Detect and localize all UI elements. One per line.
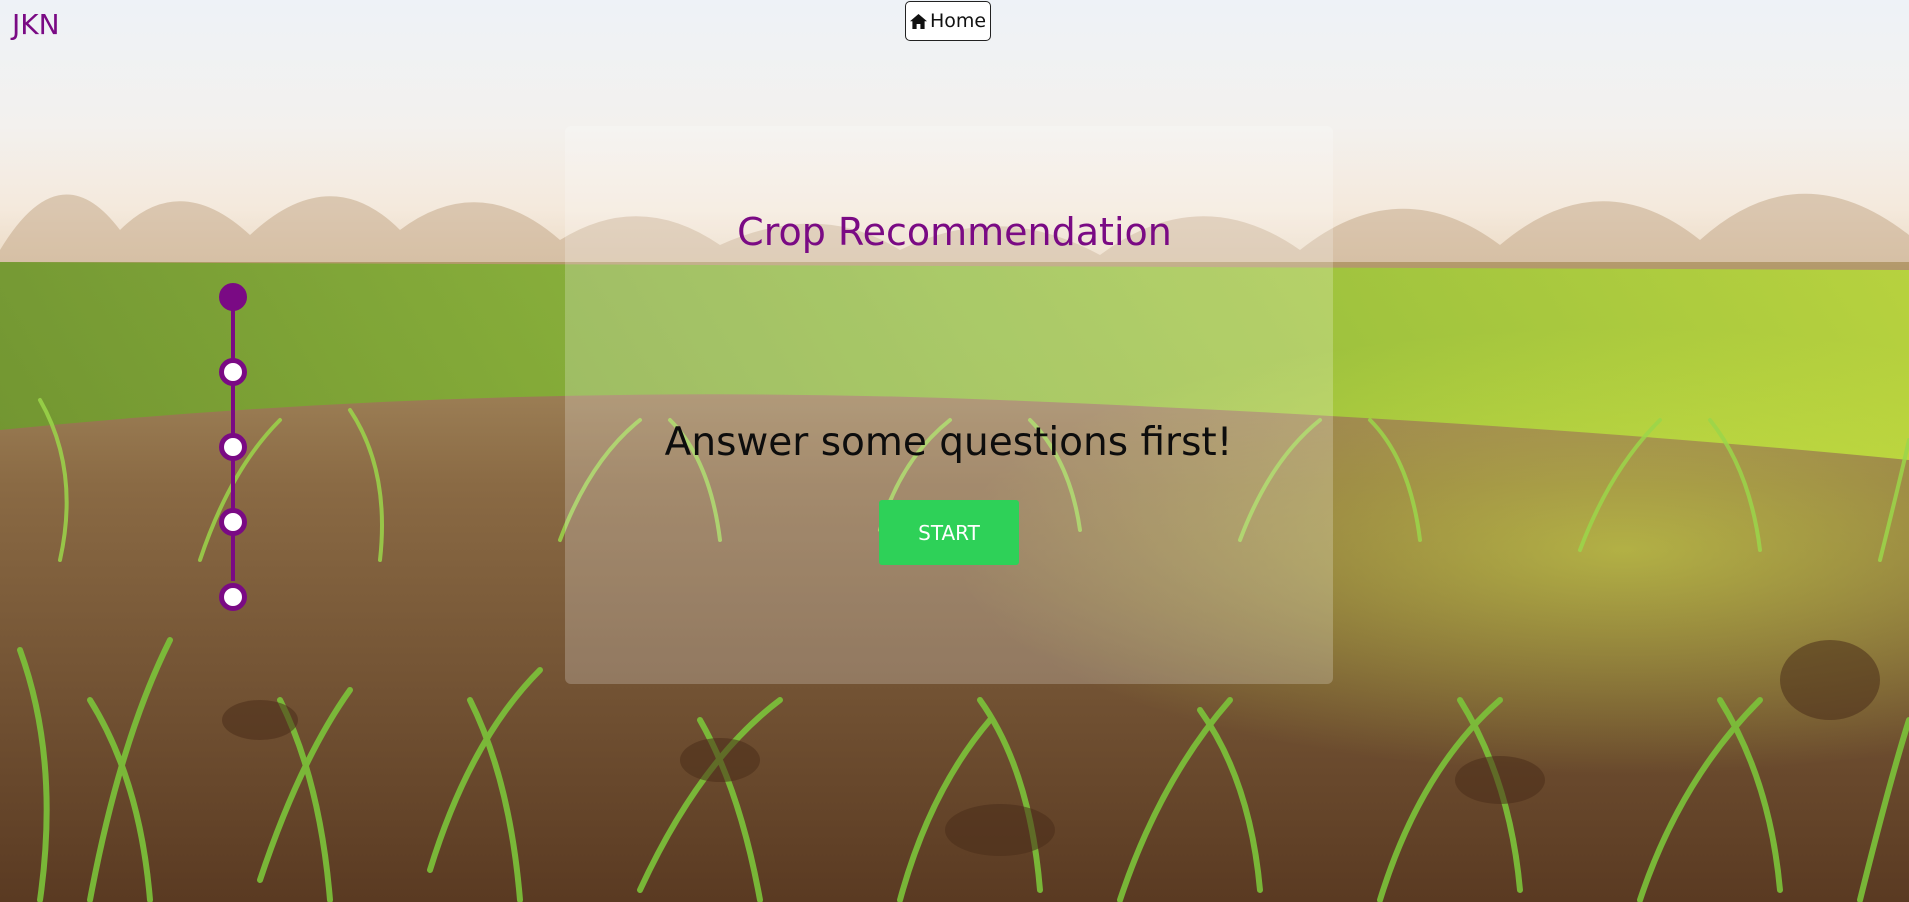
stepper-step-4: [219, 508, 247, 536]
prompt-heading: Answer some questions first!: [664, 420, 1233, 465]
brand-logo[interactable]: JKN: [12, 8, 60, 41]
start-button[interactable]: START: [879, 500, 1019, 565]
stepper-step-3: [219, 433, 247, 461]
stepper-step-5: [219, 583, 247, 611]
home-button-label: Home: [929, 10, 987, 32]
progress-stepper: [216, 283, 250, 613]
page: JKN Home Crop Recommendation Answer some…: [0, 0, 1909, 902]
home-button[interactable]: Home: [905, 1, 991, 41]
stepper-step-2: [219, 358, 247, 386]
home-icon: [909, 13, 927, 29]
page-title: Crop Recommendation: [737, 210, 1172, 254]
stepper-step-1: [219, 283, 247, 311]
